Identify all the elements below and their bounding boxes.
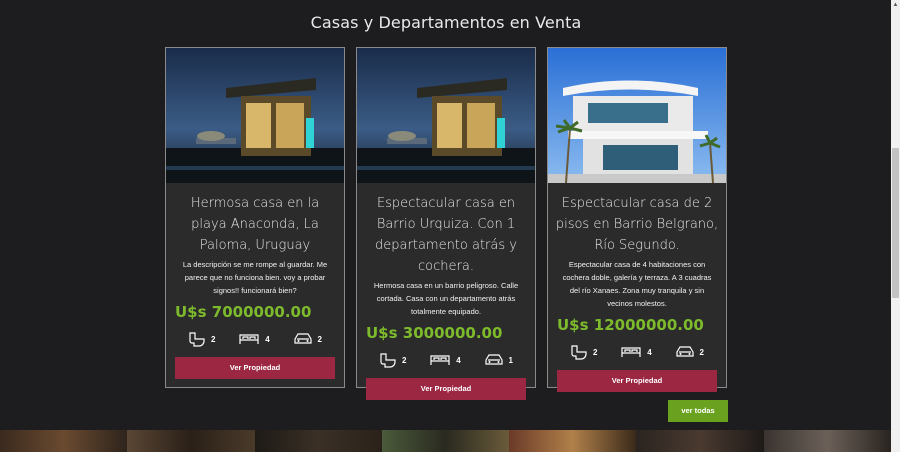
footer-photo-strip — [0, 430, 891, 452]
toilet-icon — [188, 331, 206, 347]
property-photo-modern-house[interactable] — [548, 48, 726, 183]
scrollbar-thumb[interactable] — [892, 148, 899, 298]
car-icon — [293, 332, 313, 346]
car-icon — [484, 353, 504, 367]
page-scrollbar[interactable]: ▲ — [891, 0, 900, 452]
property-photo-night-house[interactable] — [166, 48, 344, 183]
see-all-button[interactable]: ver todas — [668, 400, 728, 422]
section-title: Casas y Departamentos en Venta — [310, 13, 582, 32]
view-property-button[interactable]: Ver Propiedad — [557, 370, 717, 392]
bathrooms-feature: 2 — [379, 352, 406, 368]
garages-feature: 1 — [484, 352, 513, 368]
bed-icon — [429, 353, 451, 367]
property-description: Espectacular casa de 4 habitaciones con … — [562, 260, 712, 308]
car-icon — [675, 345, 695, 359]
property-price: U$s 3000000.00 — [366, 324, 503, 342]
garages-count: 1 — [508, 355, 513, 365]
bedrooms-feature: 4 — [238, 331, 270, 347]
property-features: 2 4 2 — [548, 334, 726, 360]
property-title: Hermosa casa en la playa Anaconda, La Pa… — [190, 196, 320, 253]
property-photo-night-house[interactable] — [357, 48, 535, 183]
toilet-icon — [570, 344, 588, 360]
bedrooms-feature: 4 — [620, 344, 652, 360]
bedrooms-count: 4 — [265, 334, 270, 344]
bathrooms-count: 2 — [593, 347, 598, 357]
property-description: La descripción se me rompe al guardar. M… — [182, 260, 328, 295]
property-card-1[interactable]: Hermosa casa en la playa Anaconda, La Pa… — [165, 47, 345, 388]
property-card-3[interactable]: Espectacular casa de 2 pisos en Barrio B… — [547, 47, 727, 392]
view-property-button[interactable]: Ver Propiedad — [366, 378, 526, 400]
bathrooms-count: 2 — [402, 355, 407, 365]
view-property-button[interactable]: Ver Propiedad — [175, 357, 335, 379]
bed-icon — [238, 332, 260, 346]
property-title: Espectacular casa de 2 pisos en Barrio B… — [555, 196, 719, 253]
toilet-icon — [379, 352, 397, 368]
bathrooms-feature: 2 — [188, 331, 215, 347]
property-description: Hermosa casa en un barrio peligroso. Cal… — [373, 281, 519, 316]
garages-feature: 2 — [675, 344, 704, 360]
garages-feature: 2 — [293, 331, 322, 347]
garages-count: 2 — [699, 347, 704, 357]
bedrooms-count: 4 — [647, 347, 652, 357]
property-price: U$s 7000000.00 — [175, 303, 312, 321]
property-card-2[interactable]: Espectacular casa en Barrio Urquiza. Con… — [356, 47, 536, 400]
property-title: Espectacular casa en Barrio Urquiza. Con… — [375, 196, 517, 274]
property-features: 2 4 1 — [357, 342, 535, 368]
bedrooms-count: 4 — [456, 355, 461, 365]
bathrooms-feature: 2 — [570, 344, 597, 360]
property-price: U$s 12000000.00 — [557, 316, 704, 334]
garages-count: 2 — [317, 334, 322, 344]
bedrooms-feature: 4 — [429, 352, 461, 368]
bathrooms-count: 2 — [211, 334, 216, 344]
bed-icon — [620, 345, 642, 359]
scroll-up-icon[interactable]: ▲ — [892, 2, 899, 9]
property-features: 2 4 2 — [166, 321, 344, 347]
